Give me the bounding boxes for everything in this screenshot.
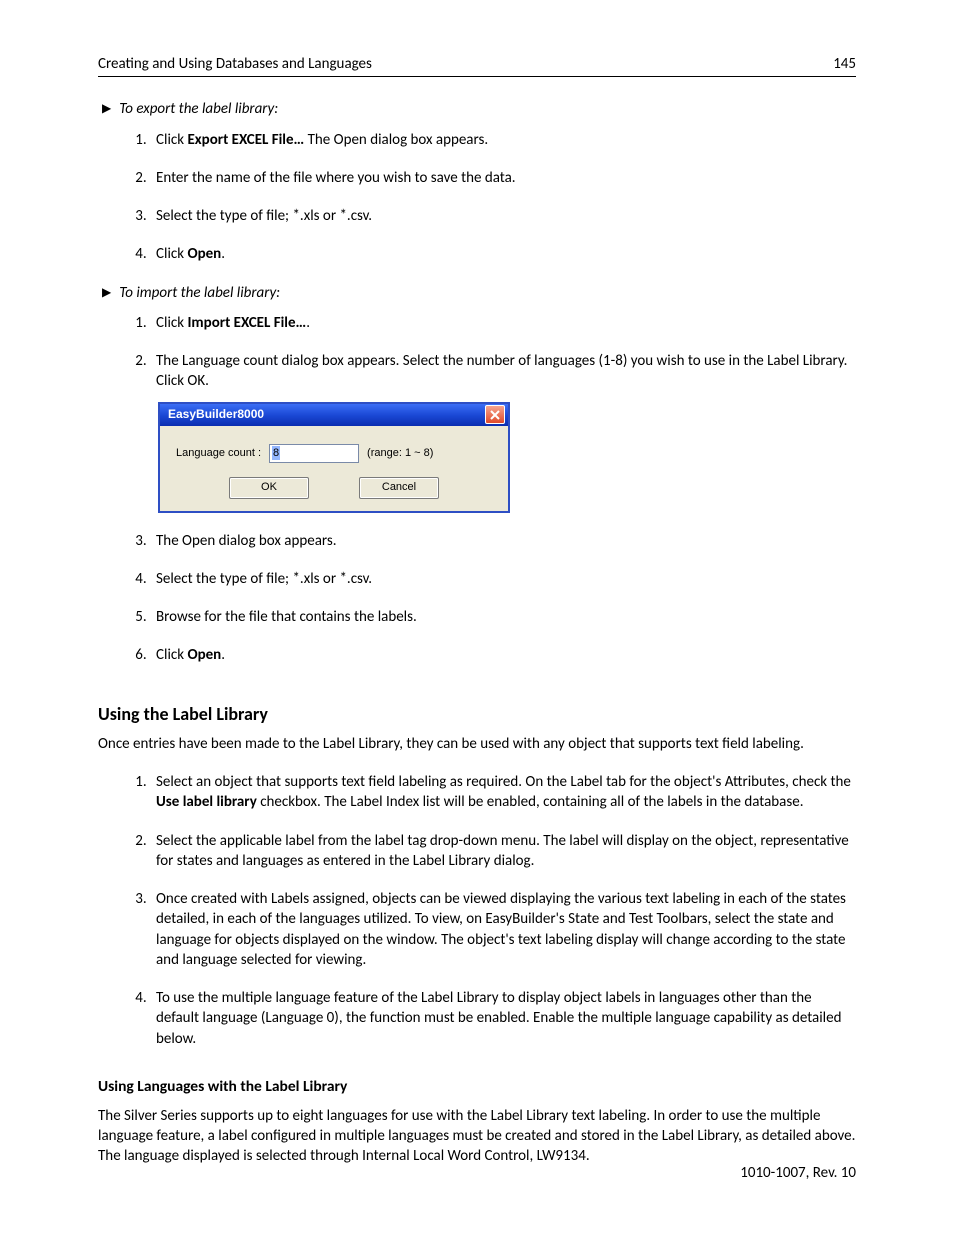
header-rule xyxy=(98,76,856,77)
list-item: Select the type of file; *.xls or *.csv. xyxy=(150,569,856,589)
import-steps-top: Click Import EXCEL File…. The Language c… xyxy=(150,313,856,392)
list-item: Browse for the file that contains the la… xyxy=(150,607,856,627)
dialog-screenshot: EasyBuilder8000 Language count : 8 (rang… xyxy=(158,402,856,513)
languages-heading: Using Languages with the Label Library xyxy=(98,1077,856,1098)
using-heading: Using the Label Library xyxy=(98,702,856,726)
export-heading-text: To export the label library: xyxy=(119,99,278,119)
dialog-title: EasyBuilder8000 xyxy=(168,406,264,422)
cancel-button[interactable]: Cancel xyxy=(359,477,439,499)
export-heading: ▶ To export the label library: xyxy=(102,99,856,119)
language-count-dialog: EasyBuilder8000 Language count : 8 (rang… xyxy=(158,402,510,513)
list-item: Click Import EXCEL File…. xyxy=(150,313,856,333)
list-item: Click Export EXCEL File… The Open dialog… xyxy=(150,130,856,150)
list-item: Select the type of file; *.xls or *.csv. xyxy=(150,206,856,226)
list-item: Click Open. xyxy=(150,645,856,665)
list-item: The Open dialog box appears. xyxy=(150,531,856,551)
list-item: Enter the name of the file where you wis… xyxy=(150,168,856,188)
using-steps: Select an object that supports text fiel… xyxy=(150,772,856,1049)
language-count-value: 8 xyxy=(272,446,280,460)
using-intro: Once entries have been made to the Label… xyxy=(98,734,856,754)
list-item: Select the applicable label from the lab… xyxy=(150,831,856,872)
list-item: Once created with Labels assigned, objec… xyxy=(150,889,856,970)
dialog-body: Language count : 8 (range: 1 ~ 8) OK Can… xyxy=(160,426,508,511)
import-steps-bottom: The Open dialog box appears. Select the … xyxy=(150,531,856,666)
close-icon xyxy=(490,410,500,420)
document-page: Creating and Using Databases and Languag… xyxy=(0,0,954,1235)
close-button[interactable] xyxy=(485,405,505,424)
list-item: Click Open. xyxy=(150,244,856,264)
language-count-label: Language count : xyxy=(176,446,261,461)
list-item: Select an object that supports text fiel… xyxy=(150,772,856,813)
page-header: Creating and Using Databases and Languag… xyxy=(98,54,856,74)
ok-button[interactable]: OK xyxy=(229,477,309,499)
languages-body: The Silver Series supports up to eight l… xyxy=(98,1106,856,1167)
list-item: The Language count dialog box appears. S… xyxy=(150,351,856,392)
import-heading-text: To import the label library: xyxy=(119,283,280,303)
triangle-icon: ▶ xyxy=(102,101,111,117)
list-item: To use the multiple language feature of … xyxy=(150,988,856,1049)
chapter-title: Creating and Using Databases and Languag… xyxy=(98,54,372,74)
language-count-input[interactable]: 8 xyxy=(269,444,359,463)
export-steps: Click Export EXCEL File… The Open dialog… xyxy=(150,130,856,265)
triangle-icon: ▶ xyxy=(102,285,111,301)
dialog-buttons: OK Cancel xyxy=(176,477,492,499)
dialog-titlebar: EasyBuilder8000 xyxy=(160,404,508,426)
page-number: 145 xyxy=(833,54,856,74)
language-count-range: (range: 1 ~ 8) xyxy=(367,446,433,461)
language-count-row: Language count : 8 (range: 1 ~ 8) xyxy=(176,444,492,463)
import-heading: ▶ To import the label library: xyxy=(102,283,856,303)
footer-rev: 1010-1007, Rev. 10 xyxy=(740,1163,856,1183)
